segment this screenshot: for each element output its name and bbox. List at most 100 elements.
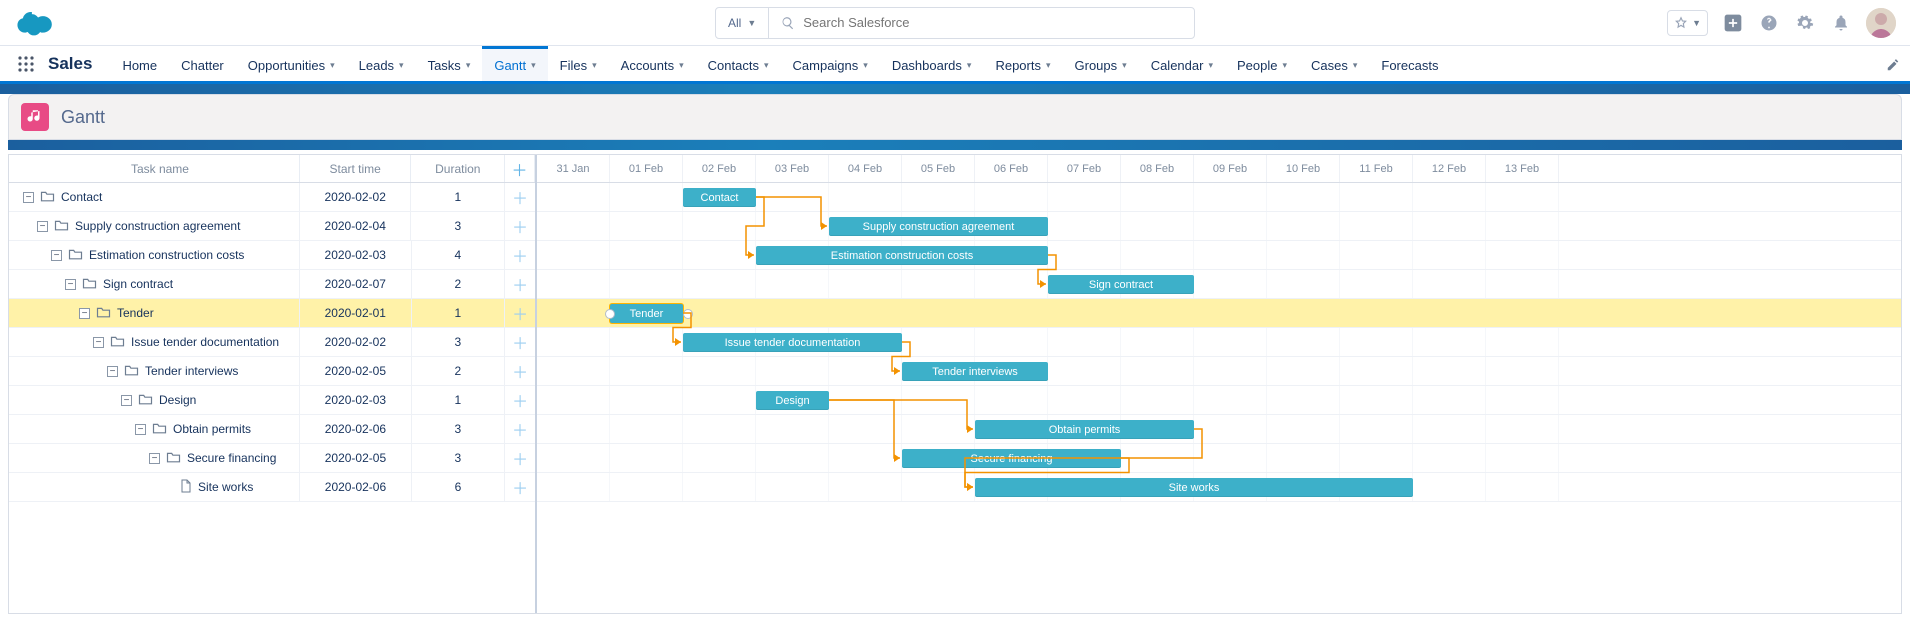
add-task-button[interactable]: ＋	[505, 243, 535, 267]
task-start-cell[interactable]: 2020-02-04	[300, 212, 412, 240]
collapse-toggle[interactable]: −	[79, 308, 90, 319]
add-button[interactable]	[1722, 12, 1744, 34]
task-start-cell[interactable]: 2020-02-01	[300, 299, 412, 327]
chevron-down-icon: ▾	[863, 60, 868, 71]
add-task-button[interactable]: ＋	[505, 301, 535, 325]
nav-item-cases[interactable]: Cases▾	[1299, 46, 1369, 81]
collapse-toggle[interactable]: −	[135, 424, 146, 435]
nav-item-forecasts[interactable]: Forecasts	[1369, 46, 1450, 81]
add-task-button[interactable]: ＋	[505, 446, 535, 470]
task-row[interactable]: −Obtain permits2020-02-063＋	[9, 415, 535, 444]
gantt-bar[interactable]: Issue tender documentation	[683, 333, 902, 352]
chevron-down-icon: ▾	[1046, 60, 1051, 71]
gantt-bar[interactable]: Site works	[975, 478, 1413, 497]
nav-item-contacts[interactable]: Contacts▾	[696, 46, 781, 81]
nav-item-calendar[interactable]: Calendar▾	[1139, 46, 1225, 81]
gantt-bar[interactable]: Design	[756, 391, 829, 410]
task-row[interactable]: −Issue tender documentation2020-02-023＋	[9, 328, 535, 357]
task-duration-cell[interactable]: 6	[412, 473, 506, 501]
gantt-bar[interactable]: Sign contract	[1048, 275, 1194, 294]
nav-item-reports[interactable]: Reports▾	[983, 46, 1062, 81]
add-task-button[interactable]: ＋	[505, 359, 535, 383]
nav-item-opportunities[interactable]: Opportunities▾	[236, 46, 347, 81]
task-start-cell[interactable]: 2020-02-05	[300, 444, 411, 472]
add-task-button[interactable]: ＋	[505, 272, 535, 296]
nav-item-campaigns[interactable]: Campaigns▾	[781, 46, 880, 81]
col-duration[interactable]: Duration	[411, 155, 505, 182]
task-duration-cell[interactable]: 1	[412, 299, 506, 327]
app-launcher-button[interactable]	[10, 46, 42, 81]
task-name-cell: −Tender interviews	[9, 357, 300, 385]
gantt-bar[interactable]: Estimation construction costs	[756, 246, 1048, 265]
nav-item-accounts[interactable]: Accounts▾	[609, 46, 696, 81]
gantt-bar[interactable]: Secure financing	[902, 449, 1121, 468]
col-start-time[interactable]: Start time	[300, 155, 412, 182]
nav-item-dashboards[interactable]: Dashboards▾	[880, 46, 984, 81]
collapse-toggle[interactable]: −	[65, 279, 76, 290]
nav-item-people[interactable]: People▾	[1225, 46, 1299, 81]
add-task-button[interactable]: ＋	[505, 330, 535, 354]
collapse-toggle[interactable]: −	[37, 221, 48, 232]
task-duration-cell[interactable]: 4	[412, 241, 506, 269]
favorites-button[interactable]: ▼	[1667, 10, 1708, 36]
nav-item-files[interactable]: Files▾	[548, 46, 609, 81]
gantt-bar[interactable]: Supply construction agreement	[829, 217, 1048, 236]
setup-button[interactable]	[1794, 12, 1816, 34]
add-task-button[interactable]: ＋	[505, 475, 535, 499]
add-task-button[interactable]: ＋	[505, 214, 535, 238]
help-button[interactable]	[1758, 12, 1780, 34]
notifications-button[interactable]	[1830, 12, 1852, 34]
task-row[interactable]: −Tender2020-02-011＋	[9, 299, 535, 328]
add-task-button[interactable]: ＋	[505, 417, 535, 441]
task-row[interactable]: Site works2020-02-066＋	[9, 473, 535, 502]
gantt-bar[interactable]: Contact	[683, 188, 756, 207]
task-duration-cell[interactable]: 1	[411, 183, 505, 211]
task-start-cell[interactable]: 2020-02-05	[300, 357, 411, 385]
search-scope-selector[interactable]: All ▼	[716, 8, 769, 38]
task-start-cell[interactable]: 2020-02-06	[300, 415, 411, 443]
search-input[interactable]	[803, 15, 1182, 30]
chevron-down-icon: ▾	[466, 60, 471, 71]
task-row[interactable]: −Contact2020-02-021＋	[9, 183, 535, 212]
task-row[interactable]: −Estimation construction costs2020-02-03…	[9, 241, 535, 270]
task-duration-cell[interactable]: 3	[412, 328, 506, 356]
collapse-toggle[interactable]: −	[23, 192, 34, 203]
task-row[interactable]: −Supply construction agreement2020-02-04…	[9, 212, 535, 241]
task-row[interactable]: −Design2020-02-031＋	[9, 386, 535, 415]
task-duration-cell[interactable]: 2	[412, 357, 506, 385]
collapse-toggle[interactable]: −	[107, 366, 118, 377]
task-duration-cell[interactable]: 3	[412, 444, 506, 472]
task-row[interactable]: −Tender interviews2020-02-052＋	[9, 357, 535, 386]
task-start-cell[interactable]: 2020-02-02	[300, 328, 412, 356]
task-start-cell[interactable]: 2020-02-07	[300, 270, 412, 298]
collapse-toggle[interactable]: −	[51, 250, 62, 261]
nav-item-leads[interactable]: Leads▾	[347, 46, 416, 81]
task-row[interactable]: −Sign contract2020-02-072＋	[9, 270, 535, 299]
add-task-button[interactable]: ＋	[505, 185, 535, 209]
gantt-bar[interactable]: Obtain permits	[975, 420, 1194, 439]
nav-item-chatter[interactable]: Chatter	[169, 46, 236, 81]
nav-item-groups[interactable]: Groups▾	[1063, 46, 1139, 81]
task-duration-cell[interactable]: 1	[412, 386, 506, 414]
gantt-bar[interactable]: Tender interviews	[902, 362, 1048, 381]
task-start-cell[interactable]: 2020-02-03	[300, 241, 412, 269]
gantt-bar[interactable]: Tender	[610, 304, 683, 323]
collapse-toggle[interactable]: −	[121, 395, 132, 406]
task-start-cell[interactable]: 2020-02-06	[300, 473, 411, 501]
collapse-toggle[interactable]: −	[93, 337, 104, 348]
edit-nav-button[interactable]	[1886, 46, 1900, 84]
collapse-toggle[interactable]: −	[149, 453, 160, 464]
add-column-button[interactable]: ＋	[505, 155, 535, 182]
task-start-cell[interactable]: 2020-02-03	[300, 386, 411, 414]
task-start-cell[interactable]: 2020-02-02	[300, 183, 412, 211]
nav-item-gantt[interactable]: Gantt▾	[482, 46, 547, 81]
nav-item-tasks[interactable]: Tasks▾	[416, 46, 483, 81]
task-duration-cell[interactable]: 3	[412, 415, 506, 443]
user-avatar[interactable]	[1866, 8, 1896, 38]
nav-item-home[interactable]: Home	[110, 46, 169, 81]
task-duration-cell[interactable]: 3	[411, 212, 505, 240]
task-duration-cell[interactable]: 2	[412, 270, 506, 298]
col-task-name[interactable]: Task name	[9, 155, 300, 182]
add-task-button[interactable]: ＋	[505, 388, 535, 412]
task-row[interactable]: −Secure financing2020-02-053＋	[9, 444, 535, 473]
